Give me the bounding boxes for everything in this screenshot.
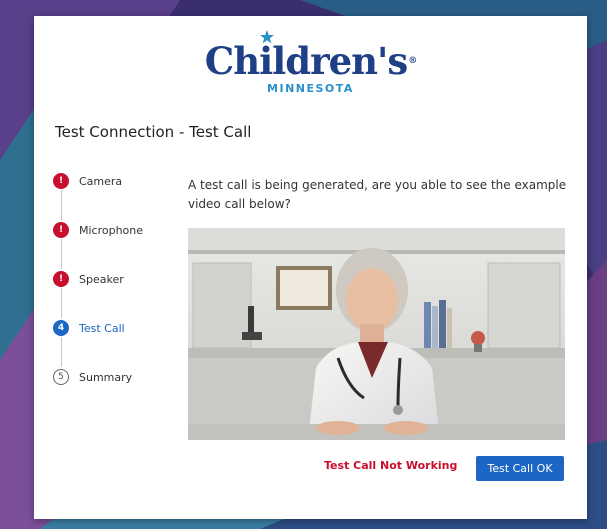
step-speaker[interactable]: ! Speaker — [53, 269, 124, 289]
step-test-call[interactable]: 4 Test Call — [53, 318, 125, 338]
brand-logo: Children's® MINNESOTA — [34, 30, 587, 95]
step-microphone[interactable]: ! Microphone — [53, 220, 143, 240]
test-call-not-working-button[interactable]: Test Call Not Working — [324, 459, 457, 472]
brand-name: Children's — [204, 39, 408, 83]
step-number-badge: 5 — [53, 369, 69, 385]
page-title: Test Connection - Test Call — [55, 123, 252, 141]
step-camera[interactable]: ! Camera — [53, 171, 122, 191]
test-connection-dialog: Children's® MINNESOTA Test Connection - … — [34, 16, 587, 519]
error-icon: ! — [53, 173, 69, 189]
step-connector — [61, 337, 62, 367]
error-icon: ! — [53, 271, 69, 287]
step-connector — [61, 239, 62, 269]
step-connector — [61, 190, 62, 220]
step-label: Test Call — [79, 321, 125, 335]
brand-subtitle: MINNESOTA — [267, 82, 354, 95]
error-icon: ! — [53, 222, 69, 238]
doctor-video-preview-icon — [188, 228, 565, 440]
step-label: Summary — [79, 370, 133, 384]
example-video-call — [188, 228, 565, 440]
registered-mark: ® — [408, 56, 417, 66]
step-number-badge: 4 — [53, 320, 69, 336]
step-label: Speaker — [79, 272, 124, 286]
test-call-ok-button[interactable]: Test Call OK — [476, 456, 564, 481]
step-label: Microphone — [79, 223, 144, 237]
step-label: Camera — [79, 174, 123, 188]
star-icon — [259, 30, 274, 44]
step-connector — [61, 288, 62, 318]
step-summary[interactable]: 5 Summary — [53, 367, 132, 387]
test-call-prompt: A test call is being generated, are you … — [188, 178, 567, 211]
